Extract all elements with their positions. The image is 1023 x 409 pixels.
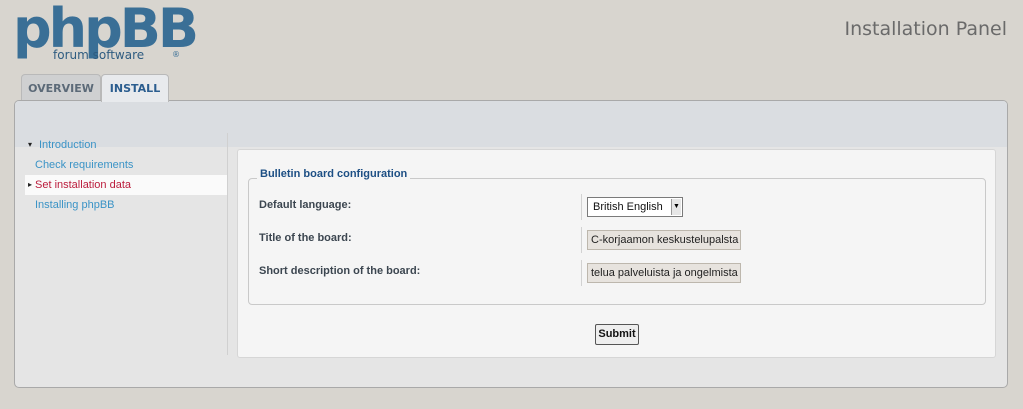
field-divider: [581, 194, 582, 220]
sidebar-divider: [227, 133, 228, 355]
sidebar-item-installing-phpbb[interactable]: Installing phpBB: [25, 195, 227, 215]
page-title: Installation Panel: [844, 18, 1007, 40]
default-language-select[interactable]: British English ▼: [587, 197, 683, 217]
default-language-label: Default language:: [259, 199, 352, 211]
registered-mark: ®: [172, 50, 180, 59]
tab-install[interactable]: INSTALL: [101, 74, 169, 102]
sidebar-item-check-requirements[interactable]: Check requirements: [25, 155, 227, 175]
sidebar-item-label: Installing phpBB: [35, 199, 115, 211]
sidebar-item-introduction[interactable]: ▾ Introduction: [25, 135, 227, 155]
sidebar-item-set-installation-data[interactable]: ▸ Set installation data: [25, 175, 227, 195]
content-area: Bulletin board configuration Default lan…: [237, 149, 996, 358]
board-description-label: Short description of the board:: [259, 265, 421, 277]
field-divider: [581, 260, 582, 286]
fieldset-legend: Bulletin board configuration: [257, 168, 411, 180]
main-panel: ▾ Introduction Check requirements ▸ Set …: [14, 100, 1008, 388]
field-divider: [581, 227, 582, 253]
phpbb-logo: phpBB forum software ®: [13, 2, 199, 66]
expand-arrow-icon: ▾: [28, 140, 33, 149]
sidebar-item-label: Check requirements: [35, 159, 134, 171]
tab-overview[interactable]: OVERVIEW: [21, 74, 101, 101]
select-value: British English: [593, 201, 663, 213]
board-title-input[interactable]: C-korjaamon keskustelupalsta: [587, 230, 741, 250]
dropdown-arrow-icon: ▼: [671, 199, 681, 215]
current-arrow-icon: ▸: [28, 180, 33, 189]
sidebar-item-label: Introduction: [39, 139, 97, 151]
sidebar-menu: ▾ Introduction Check requirements ▸ Set …: [25, 135, 227, 215]
submit-button[interactable]: Submit: [595, 324, 639, 345]
sidebar-item-label: Set installation data: [35, 179, 132, 191]
logo-tagline: forum software: [53, 48, 145, 62]
board-title-label: Title of the board:: [259, 232, 352, 244]
board-description-input[interactable]: telua palveluista ja ongelmista: [587, 263, 741, 283]
